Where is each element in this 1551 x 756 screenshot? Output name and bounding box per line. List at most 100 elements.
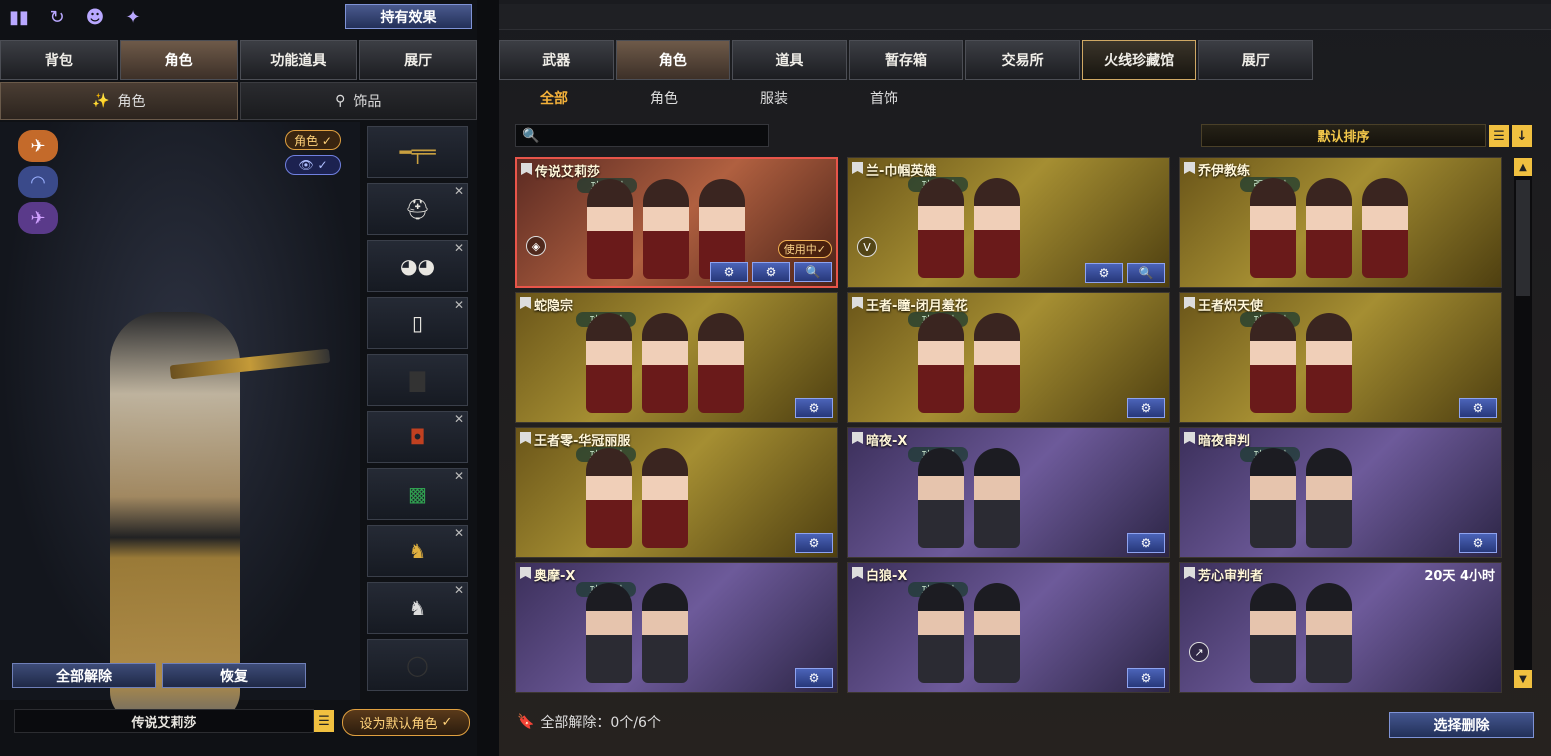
character-card[interactable]: 白狼-X功能型⚙	[847, 562, 1170, 693]
scroll-down-icon[interactable]: ▼	[1514, 670, 1532, 688]
character-card[interactable]: 传说艾莉莎功能型◈使用中✓⚙⚙🔍	[515, 157, 838, 288]
settings-icon[interactable]: ⚙	[1459, 398, 1497, 418]
remove-icon[interactable]: ✕	[454, 184, 464, 198]
mouse-icon[interactable]: ✦	[120, 4, 146, 30]
filter-bar: 全部 角色 服装 首饰	[499, 84, 1551, 112]
unequip-all-button[interactable]: 全部解除	[12, 663, 156, 688]
settings-icon[interactable]: ⚙	[795, 668, 833, 688]
remove-icon[interactable]: ✕	[454, 241, 464, 255]
visibility-toggle[interactable]: 👁 ✓	[285, 155, 341, 175]
inspect-icon[interactable]: 🔍	[1127, 263, 1165, 283]
character-card[interactable]: 王者-瞳-闭月羞花功能型⚙	[847, 292, 1170, 423]
character-icon[interactable]: ☻	[82, 4, 108, 30]
settings-icon[interactable]: ⚙	[1459, 533, 1497, 553]
slot-weapon[interactable]: ━╤═	[367, 126, 468, 178]
bird-icon[interactable]: ✈	[18, 202, 58, 234]
settings-icon[interactable]: ⚙	[795, 398, 833, 418]
character-card[interactable]: 王者零-华冠丽服功能型⚙	[515, 427, 838, 558]
character-card[interactable]: 王者炽天使功能型⚙	[1179, 292, 1502, 423]
favorite-icon[interactable]	[1184, 297, 1195, 309]
character-card[interactable]: 芳心审判者 20天 4小时 ↗	[1179, 562, 1502, 693]
favorite-icon[interactable]	[520, 432, 531, 444]
character-card[interactable]: 暗夜-X功能型⚙	[847, 427, 1170, 558]
subtab-character[interactable]: ✨ 角色	[0, 82, 238, 120]
favorite-icon[interactable]	[852, 567, 863, 579]
slot-radio[interactable]: ▯ ✕	[367, 297, 468, 349]
favorite-icon[interactable]	[852, 297, 863, 309]
sort-dropdown[interactable]: 默认排序	[1201, 124, 1486, 147]
remove-icon[interactable]: ✕	[454, 526, 464, 540]
set-default-character-button[interactable]: 设为默认角色 ✓	[342, 709, 470, 736]
character-portrait	[642, 583, 688, 683]
tab-showroom[interactable]: 展厅	[1198, 40, 1314, 80]
tab-items[interactable]: 道具	[732, 40, 847, 80]
slot-empty[interactable]: ▇	[367, 354, 468, 406]
favorite-icon[interactable]	[1184, 567, 1195, 579]
mask-icon[interactable]: ◠	[18, 166, 58, 198]
tab-exchange[interactable]: 交易所	[965, 40, 1080, 80]
tab-showroom[interactable]: 展厅	[359, 40, 477, 80]
character-card[interactable]: 奥摩-X功能型⚙	[515, 562, 838, 693]
favorite-icon[interactable]	[1184, 162, 1195, 174]
scrollbar[interactable]: ▲ ▼	[1514, 158, 1532, 688]
settings-icon[interactable]: ⚙	[1127, 668, 1165, 688]
filter-outfit[interactable]: 服装	[719, 84, 829, 112]
scroll-up-icon[interactable]: ▲	[1514, 158, 1532, 176]
filter-jewelry[interactable]: 首饰	[829, 84, 939, 112]
tab-backpack[interactable]: 背包	[0, 40, 118, 80]
character-card[interactable]: 乔伊教练强化型	[1179, 157, 1502, 288]
helmet-icon: ⛑	[404, 197, 431, 221]
owned-effects-button[interactable]: 持有效果	[345, 4, 472, 29]
settings-icon[interactable]: ⚙	[1127, 533, 1165, 553]
history-icon[interactable]: ↻	[44, 4, 70, 30]
tab-storage[interactable]: 暂存箱	[848, 40, 964, 80]
remove-icon[interactable]: ✕	[454, 298, 464, 312]
character-card[interactable]: 暗夜审判功能型⚙	[1179, 427, 1502, 558]
sort-menu-icon[interactable]: ☰	[1489, 125, 1509, 147]
eagle-icon[interactable]: ✈	[18, 130, 58, 162]
inspect-icon[interactable]: 🔍	[794, 262, 832, 282]
remove-icon[interactable]: ✕	[454, 583, 464, 597]
filter-all[interactable]: 全部	[499, 84, 609, 112]
settings-icon[interactable]: ⚙	[1127, 398, 1165, 418]
slot-helmet[interactable]: ⛑ ✕	[367, 183, 468, 235]
filter-character[interactable]: 角色	[609, 84, 719, 112]
settings-icon[interactable]: ⚙	[710, 262, 748, 282]
tab-collection-museum[interactable]: 火线珍藏馆	[1081, 40, 1197, 80]
character-card[interactable]: 蛇隐宗功能型⚙	[515, 292, 838, 423]
tab-weapons[interactable]: 武器	[499, 40, 614, 80]
sort-direction-icon[interactable]: ↓	[1512, 125, 1532, 147]
subtab-accessory[interactable]: ⚲ 饰品	[239, 82, 477, 120]
remove-icon[interactable]: ✕	[454, 469, 464, 483]
tab-character[interactable]: 角色	[119, 40, 238, 80]
role-toggle[interactable]: 角色 ✓	[285, 130, 341, 150]
select-delete-button[interactable]: 选择删除	[1389, 712, 1534, 738]
slot-grenade[interactable]: ◘ ✕	[367, 411, 468, 463]
character-grid: 传说艾莉莎功能型◈使用中✓⚙⚙🔍 兰-巾帼英雄功能型V⚙🔍 乔伊教练强化型 蛇隐…	[515, 157, 1503, 693]
settings-icon[interactable]: ⚙	[795, 533, 833, 553]
menu-icon[interactable]: ☰	[314, 710, 334, 732]
remove-icon[interactable]: ✕	[454, 412, 464, 426]
character-card[interactable]: 兰-巾帼英雄功能型V⚙🔍	[847, 157, 1170, 288]
scroll-thumb[interactable]	[1516, 180, 1530, 296]
settings-icon[interactable]: ⚙	[1085, 263, 1123, 283]
favorite-icon[interactable]	[520, 567, 531, 579]
favorite-icon[interactable]	[852, 432, 863, 444]
settings-icon[interactable]: ⚙	[752, 262, 790, 282]
search-input[interactable]	[545, 128, 768, 143]
tab-characters[interactable]: 角色	[615, 40, 731, 80]
favorite-icon[interactable]	[1184, 432, 1195, 444]
slot-card[interactable]: ▩ ✕	[367, 468, 468, 520]
slot-ring[interactable]: ◯	[367, 639, 468, 691]
tab-functional-items[interactable]: 功能道具	[239, 40, 358, 80]
favorite-icon[interactable]	[852, 162, 863, 174]
slot-gold-pendant[interactable]: ♞ ✕	[367, 525, 468, 577]
restore-button[interactable]: 恢复	[162, 663, 306, 688]
favorite-icon[interactable]	[520, 297, 531, 309]
favorite-icon[interactable]	[521, 163, 532, 175]
slot-silver-pendant[interactable]: ♞ ✕	[367, 582, 468, 634]
stats-icon[interactable]: ▮▮	[6, 4, 32, 30]
character-preview[interactable]: ✈ ◠ ✈ 角色 ✓ 👁 ✓	[0, 122, 360, 722]
card-badge-icon: ◈	[526, 236, 546, 256]
slot-goggles[interactable]: ◕◕ ✕	[367, 240, 468, 292]
